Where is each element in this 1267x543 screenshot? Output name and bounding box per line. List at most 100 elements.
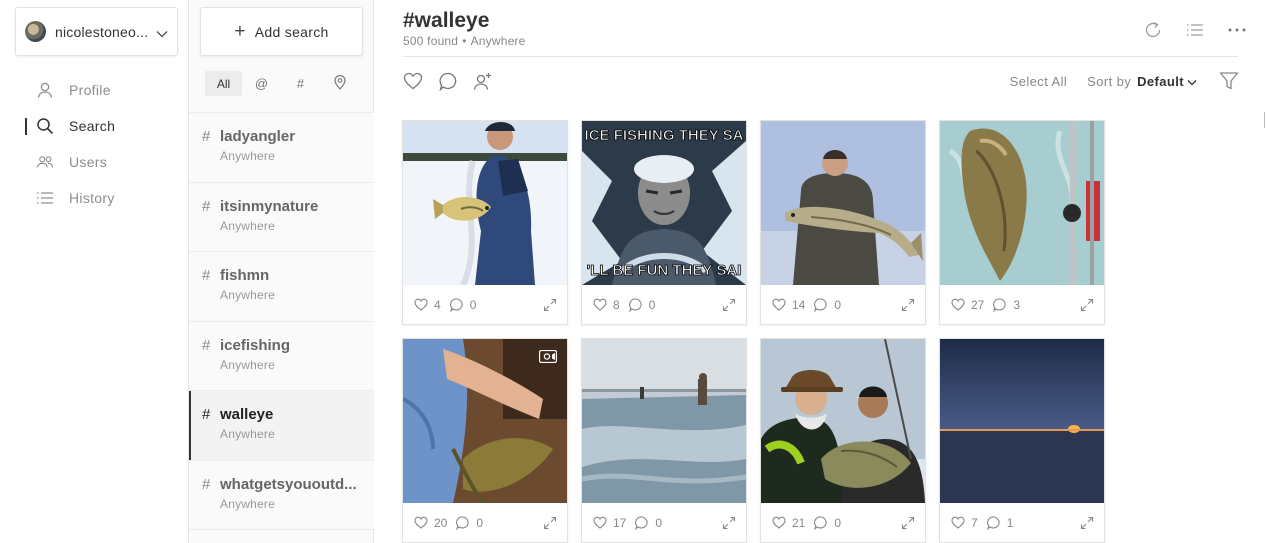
like-count[interactable]: 21 <box>772 516 805 530</box>
like-count-value: 27 <box>971 297 985 312</box>
post-image[interactable] <box>940 121 1104 285</box>
video-camera-icon <box>538 349 558 368</box>
account-switcher[interactable]: nicolestoneo... <box>15 7 178 56</box>
filter-mentions[interactable]: @ <box>242 71 281 96</box>
post-stats: 14 0 <box>761 285 925 324</box>
like-count[interactable]: 20 <box>414 516 447 530</box>
like-count[interactable]: 8 <box>593 298 620 312</box>
search-item-walleye[interactable]: # walleye Anywhere <box>189 391 374 461</box>
search-item-whatgetsyououtdoors[interactable]: # whatgetsyououtd... Anywhere <box>189 460 374 530</box>
like-count[interactable]: 27 <box>951 298 984 312</box>
search-item-location: Anywhere <box>220 218 275 233</box>
search-item-ladyangler[interactable]: # ladyangler Anywhere <box>189 113 374 183</box>
expand-icon[interactable] <box>901 516 915 533</box>
search-item-location: Anywhere <box>220 149 275 163</box>
post-card[interactable]: 7 1 <box>939 338 1105 543</box>
heart-icon <box>593 298 607 311</box>
like-count-value: 7 <box>971 515 978 530</box>
comment-count-value: 0 <box>834 515 842 530</box>
sort-label: Sort by <box>1087 73 1132 89</box>
comment-count[interactable]: 0 <box>628 298 655 312</box>
refresh-icon[interactable] <box>1143 20 1163 40</box>
heart-icon <box>772 298 786 311</box>
more-options-icon[interactable] <box>1227 20 1247 40</box>
list-view-icon[interactable] <box>1185 20 1205 40</box>
comment-count-value: 0 <box>469 297 477 312</box>
post-card[interactable]: 14 0 <box>760 120 926 325</box>
header-divider <box>403 56 1238 57</box>
expand-icon[interactable] <box>722 298 736 315</box>
comment-count-value: 3 <box>1013 297 1021 312</box>
post-image[interactable]: ICE FISHING THEY SA 'LL BE FUN THEY SAI <box>582 121 746 285</box>
filter-icon[interactable] <box>1219 71 1239 91</box>
search-item-location: Anywhere <box>220 357 275 372</box>
search-item-tag: whatgetsyououtd... <box>220 475 357 493</box>
post-card[interactable]: ICE FISHING THEY SA 'LL BE FUN THEY SAI … <box>581 120 747 325</box>
sort-dropdown[interactable]: Default <box>1137 74 1184 89</box>
nav-item-users[interactable]: Users <box>0 144 189 180</box>
nav-item-search[interactable]: Search <box>0 108 189 144</box>
like-count[interactable]: 14 <box>772 298 805 312</box>
expand-icon[interactable] <box>901 298 915 315</box>
add-search-button[interactable]: + Add search <box>200 7 363 56</box>
hashtag-icon: # <box>202 406 211 423</box>
post-image[interactable] <box>403 121 567 285</box>
header-actions <box>1121 20 1247 40</box>
meme-top-text: ICE FISHING THEY SA <box>585 127 744 144</box>
comment-icon <box>993 297 1006 312</box>
post-card[interactable]: 27 3 <box>939 120 1105 325</box>
search-item-fishmn[interactable]: # fishmn Anywhere <box>189 252 374 322</box>
like-count[interactable]: 4 <box>414 298 441 312</box>
follow-user-icon[interactable] <box>473 71 493 91</box>
post-image[interactable] <box>761 339 925 503</box>
comment-count[interactable]: 0 <box>456 516 483 530</box>
search-item-tag: icefishing <box>220 336 291 354</box>
select-all-button[interactable]: Select All <box>1010 74 1067 89</box>
filter-hashtags[interactable]: # <box>281 71 320 96</box>
filter-all[interactable]: All <box>205 71 242 96</box>
post-image[interactable] <box>403 339 567 503</box>
post-image[interactable] <box>761 121 925 285</box>
like-count[interactable]: 17 <box>593 516 626 530</box>
comment-count[interactable]: 0 <box>635 516 662 530</box>
search-list: # ladyangler Anywhere # itsinmynature An… <box>189 112 374 530</box>
comment-count[interactable]: 0 <box>449 297 477 312</box>
expand-icon[interactable] <box>543 516 557 533</box>
comment-icon <box>449 297 463 312</box>
search-item-icefishing[interactable]: # icefishing Anywhere <box>189 321 374 391</box>
results-panel: #walleye 500 found • Anywhere Select All S… <box>374 0 1267 543</box>
scrollbar[interactable] <box>1264 112 1265 128</box>
user-icon <box>36 81 54 99</box>
post-image[interactable] <box>582 339 746 503</box>
nav-item-history[interactable]: History <box>0 180 189 216</box>
search-item-itsinmynature[interactable]: # itsinmynature Anywhere <box>189 182 374 252</box>
nav-item-label: History <box>69 190 115 206</box>
sort-toolbar: Select All Sort by Default <box>1010 71 1239 91</box>
post-card[interactable]: 17 0 <box>581 338 747 543</box>
filter-locations[interactable] <box>320 71 359 96</box>
result-count: 500 found <box>403 34 459 48</box>
post-card[interactable]: 4 0 <box>402 120 568 325</box>
nav-item-profile[interactable]: Profile <box>0 72 189 108</box>
comment-count[interactable]: 1 <box>986 516 1013 530</box>
comment-count[interactable]: 0 <box>814 516 841 530</box>
expand-icon[interactable] <box>1080 298 1094 315</box>
avatar <box>25 21 46 42</box>
expand-icon[interactable] <box>722 516 736 533</box>
comment-count[interactable]: 0 <box>814 298 841 312</box>
nav-item-label: Profile <box>69 82 111 98</box>
left-nav: nicolestoneo... Profile Search Users His… <box>0 0 189 543</box>
comment-icon[interactable] <box>438 71 458 91</box>
post-image[interactable] <box>940 339 1104 503</box>
like-all-icon[interactable] <box>403 71 423 91</box>
like-count[interactable]: 7 <box>951 516 978 530</box>
chevron-down-icon[interactable] <box>1187 74 1197 89</box>
comment-icon <box>635 515 648 530</box>
search-icon <box>36 117 54 135</box>
expand-icon[interactable] <box>543 298 557 315</box>
comment-count[interactable]: 3 <box>993 298 1020 312</box>
expand-icon[interactable] <box>1080 516 1094 533</box>
post-card[interactable]: 21 0 <box>760 338 926 543</box>
post-card[interactable]: 20 0 <box>402 338 568 543</box>
results-summary: 500 found • Anywhere <box>403 34 526 48</box>
